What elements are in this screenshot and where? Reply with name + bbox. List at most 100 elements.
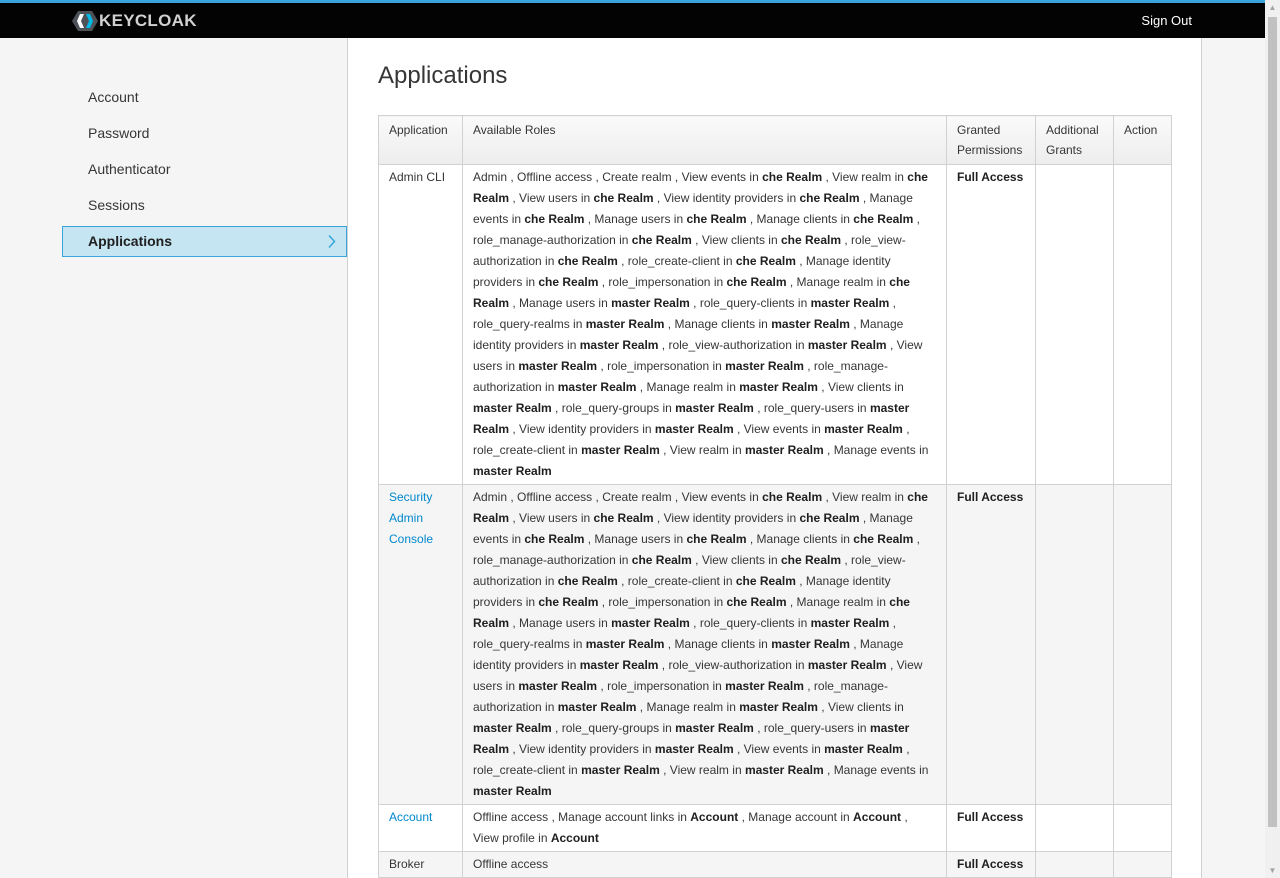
additional-grants-cell bbox=[1035, 804, 1114, 852]
role-name: Create realm bbox=[602, 170, 672, 184]
role-entry: Manage users in che Realm bbox=[594, 212, 747, 226]
sidebar-item-label: Authenticator bbox=[88, 161, 171, 177]
role-realm: master Realm bbox=[744, 763, 824, 777]
role-realm: master Realm bbox=[585, 317, 665, 331]
role-name: View users bbox=[519, 191, 578, 205]
role-name: View identity providers bbox=[519, 742, 639, 756]
scroll-up-arrow-icon[interactable]: ▲ bbox=[1265, 0, 1280, 15]
column-header-additional-grants: Additional Grants bbox=[1035, 115, 1114, 165]
role-entry: role_query-groups in master Realm bbox=[561, 721, 754, 735]
role-entry: Manage users in master Realm bbox=[519, 296, 690, 310]
role-entry: View users in che Realm bbox=[519, 191, 654, 205]
role-realm: master Realm bbox=[473, 464, 552, 478]
granted-permissions-cell: Full Access bbox=[946, 804, 1036, 852]
role-entry: View identity providers in che Realm bbox=[663, 511, 860, 525]
role-realm: che Realm bbox=[557, 254, 618, 268]
page-title: Applications bbox=[378, 62, 508, 89]
role-name: View clients bbox=[827, 380, 892, 394]
role-entry: Admin bbox=[473, 170, 507, 184]
role-entry: role_view-authorization in master Realm bbox=[668, 338, 887, 352]
role-name: Manage events bbox=[833, 443, 916, 457]
sidebar-item-applications[interactable]: Applications bbox=[62, 226, 347, 257]
role-name: role_query-clients bbox=[699, 296, 795, 310]
role-realm: che Realm bbox=[726, 595, 787, 609]
role-entry: Manage clients in che Realm bbox=[756, 532, 914, 546]
granted-permissions-cell: Full Access bbox=[946, 164, 1036, 485]
role-entry: role_create-client in master Realm bbox=[473, 443, 660, 457]
role-entry: role_query-clients in master Realm bbox=[699, 296, 890, 310]
role-name: role_impersonation bbox=[608, 595, 711, 609]
role-name: Admin bbox=[473, 490, 508, 504]
role-name: role_manage-authorization bbox=[473, 553, 616, 567]
role-name: role_view-authorization bbox=[668, 658, 792, 672]
role-entry: role_manage-authorization in che Realm bbox=[473, 553, 692, 567]
role-entry: role_create-client in che Realm bbox=[627, 254, 796, 268]
role-realm: che Realm bbox=[538, 595, 599, 609]
role-entry: View users in che Realm bbox=[519, 511, 654, 525]
role-name: role_manage-authorization bbox=[473, 233, 616, 247]
role-realm: master Realm bbox=[611, 296, 690, 310]
role-entry: Create realm bbox=[602, 490, 671, 504]
role-realm: che Realm bbox=[557, 574, 618, 588]
role-name: role_query-realms bbox=[473, 317, 570, 331]
application-link[interactable]: Account bbox=[389, 810, 432, 824]
role-name: Manage users bbox=[519, 296, 596, 310]
role-realm: master Realm bbox=[557, 700, 637, 714]
role-entry: View events in che Realm bbox=[681, 170, 823, 184]
role-entry: Admin bbox=[473, 490, 507, 504]
role-name: View events bbox=[743, 422, 809, 436]
role-entry: View events in master Realm bbox=[743, 422, 903, 436]
additional-grants-cell bbox=[1035, 851, 1114, 878]
role-realm: master Realm bbox=[585, 637, 665, 651]
role-entry: role_view-authorization in master Realm bbox=[668, 658, 887, 672]
role-entry: Manage users in che Realm bbox=[594, 532, 747, 546]
role-name: View events bbox=[681, 490, 747, 504]
scrollbar-thumb[interactable] bbox=[1268, 17, 1277, 827]
role-realm: che Realm bbox=[762, 170, 823, 184]
role-entry: Create realm bbox=[602, 170, 671, 184]
role-name: View realm bbox=[669, 443, 729, 457]
role-name: Create realm bbox=[602, 490, 672, 504]
role-realm: Account bbox=[853, 810, 902, 824]
role-name: role_impersonation bbox=[608, 275, 711, 289]
role-name: role_query-users bbox=[763, 721, 854, 735]
role-name: role_create-client bbox=[473, 763, 566, 777]
application-cell: Security Admin Console bbox=[378, 484, 463, 805]
role-realm: master Realm bbox=[807, 338, 887, 352]
role-name: View identity providers bbox=[663, 511, 784, 525]
sidebar-item-sessions[interactable]: Sessions bbox=[62, 190, 347, 221]
role-realm: master Realm bbox=[581, 763, 660, 777]
additional-grants-cell bbox=[1035, 164, 1114, 485]
role-name: Manage events bbox=[833, 763, 916, 777]
sidebar-item-authenticator[interactable]: Authenticator bbox=[62, 154, 347, 185]
role-name: Offline access bbox=[473, 857, 549, 871]
sign-out-link[interactable]: Sign Out bbox=[1141, 13, 1192, 28]
role-realm: che Realm bbox=[524, 212, 585, 226]
role-realm: che Realm bbox=[799, 511, 860, 525]
role-realm: master Realm bbox=[579, 658, 659, 672]
role-name: View identity providers bbox=[663, 191, 784, 205]
application-name: Broker bbox=[389, 857, 425, 871]
role-entry: role_impersonation in master Realm bbox=[607, 359, 804, 373]
role-realm: master Realm bbox=[581, 443, 660, 457]
role-realm: master Realm bbox=[557, 380, 637, 394]
chevron-right-icon bbox=[328, 227, 336, 266]
action-cell bbox=[1113, 484, 1172, 805]
granted-permissions-cell: Full Access bbox=[946, 851, 1036, 878]
role-entry: View clients in che Realm bbox=[701, 553, 842, 567]
sidebar-item-account[interactable]: Account bbox=[62, 82, 347, 113]
role-realm: che Realm bbox=[524, 532, 585, 546]
role-realm: master Realm bbox=[810, 296, 890, 310]
role-entry: role_impersonation in che Realm bbox=[608, 595, 787, 609]
role-entry: Offline access bbox=[517, 170, 592, 184]
scroll-down-arrow-icon[interactable]: ▼ bbox=[1265, 863, 1280, 878]
sidebar-item-password[interactable]: Password bbox=[62, 118, 347, 149]
granted-permissions-cell: Full Access bbox=[946, 484, 1036, 805]
role-realm: che Realm bbox=[593, 191, 654, 205]
role-entry: View identity providers in che Realm bbox=[663, 191, 860, 205]
action-cell bbox=[1113, 851, 1172, 878]
vertical-scrollbar[interactable]: ▲ ▼ bbox=[1265, 0, 1280, 878]
application-link[interactable]: Security Admin Console bbox=[389, 490, 433, 546]
role-name: role_view-authorization bbox=[668, 338, 792, 352]
role-name: Manage users bbox=[594, 532, 671, 546]
